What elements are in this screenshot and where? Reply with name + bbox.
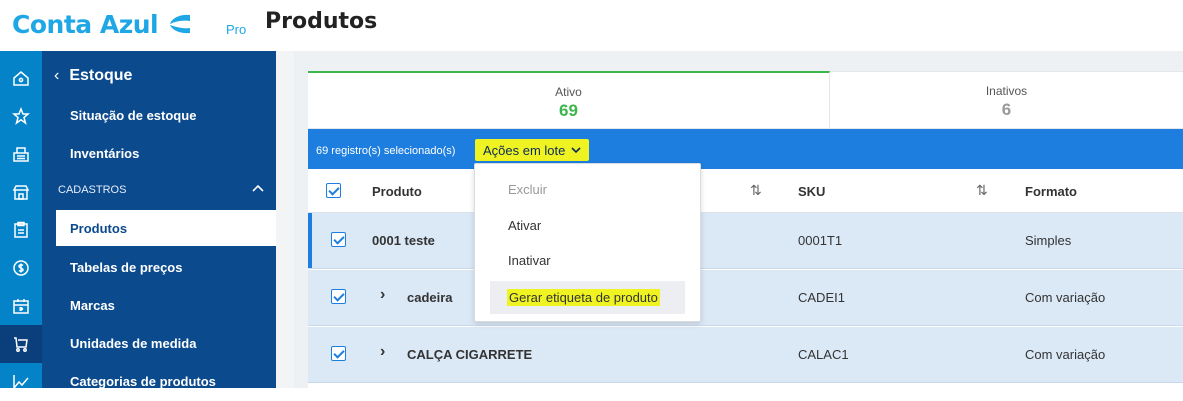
sidebar-item-marcas[interactable]: Marcas <box>70 298 115 313</box>
cart-icon[interactable] <box>0 325 42 363</box>
row-checkbox[interactable] <box>331 232 346 247</box>
register-icon[interactable] <box>0 135 42 173</box>
menu-item-inativar[interactable]: Inativar <box>508 253 551 268</box>
table-row[interactable]: 0001 teste 0001T1 Simples <box>308 213 1183 269</box>
tab-count: 6 <box>1001 100 1012 119</box>
brand-logo[interactable]: Conta Azul <box>12 7 192 41</box>
sidebar-item-inventarios[interactable]: Inventários <box>70 146 139 161</box>
calendar-icon[interactable] <box>0 287 42 325</box>
sidebar-item-tabelas-precos[interactable]: Tabelas de preços <box>70 260 182 275</box>
sidebar-item-label: Produtos <box>70 221 128 236</box>
page-title: Produtos <box>265 9 378 34</box>
sidebar-section-cadastros[interactable]: CADASTROS <box>58 184 264 196</box>
clipboard-icon[interactable] <box>0 211 42 249</box>
sort-icon[interactable]: ⇅ <box>750 182 762 199</box>
top-bar: Conta Azul Pro Produtos <box>0 0 1183 51</box>
tab-ativo[interactable]: Ativo 69 <box>308 71 830 129</box>
menu-item-gerar-etiqueta[interactable]: Gerar etiqueta de produto <box>490 281 685 314</box>
product-format: Com variação <box>1025 347 1106 362</box>
chevron-up-icon <box>252 184 264 192</box>
brand-name: Conta Azul <box>12 9 159 39</box>
menu-item-label: Gerar etiqueta de produto <box>507 289 660 306</box>
menu-item-excluir[interactable]: Excluir <box>508 182 547 197</box>
table-row[interactable]: › cadeira CADEI1 Com variação <box>308 270 1183 326</box>
brand-mark-icon <box>170 14 191 34</box>
product-sku: CALAC1 <box>798 347 849 362</box>
sidebar-header[interactable]: ‹ Estoque <box>54 67 132 85</box>
store-icon[interactable] <box>0 173 42 211</box>
menu-item-ativar[interactable]: Ativar <box>508 218 541 233</box>
chevron-right-icon[interactable]: › <box>380 343 385 361</box>
product-sku: CADEI1 <box>798 290 845 305</box>
product-name: CALÇA CIGARRETE <box>407 347 533 362</box>
chevron-down-icon <box>571 146 581 153</box>
table-row[interactable]: › CALÇA CIGARRETE CALAC1 Com variação <box>308 327 1183 383</box>
sidebar-item-unidades-medida[interactable]: Unidades de medida <box>70 336 196 351</box>
sidebar-item-categorias-produtos[interactable]: Categorias de produtos <box>70 374 216 389</box>
column-sku[interactable]: SKU <box>798 184 825 199</box>
column-formato[interactable]: Formato <box>1025 184 1077 199</box>
bulk-actions-bar: 69 registro(s) selecionado(s) Ações em l… <box>308 129 1183 169</box>
bulk-actions-button[interactable]: Ações em lote <box>475 139 590 161</box>
row-checkbox[interactable] <box>331 289 346 304</box>
product-name: cadeira <box>407 290 453 305</box>
sidebar-item-produtos[interactable]: Produtos <box>56 210 276 246</box>
tab-count: 69 <box>559 101 578 120</box>
chevron-right-icon[interactable]: › <box>380 286 385 304</box>
sidebar-item-situacao-estoque[interactable]: Situação de estoque <box>70 108 196 123</box>
product-format: Com variação <box>1025 290 1106 305</box>
brand-suffix: Pro <box>226 22 247 37</box>
icon-rail <box>0 51 42 390</box>
products-panel: Ativo 69 Inativos 6 69 registro(s) selec… <box>308 71 1183 388</box>
table-header: Produto ⇅ SKU ⇅ Formato <box>308 169 1183 213</box>
row-selected-indicator <box>308 213 312 268</box>
sidebar: ‹ Estoque Situação de estoque Inventário… <box>42 51 276 389</box>
tab-label: Ativo <box>555 85 582 99</box>
sort-icon[interactable]: ⇅ <box>976 182 988 199</box>
sidebar-title: Estoque <box>69 67 133 84</box>
select-all-checkbox[interactable] <box>326 183 341 198</box>
product-sku: 0001T1 <box>798 233 843 248</box>
main-gutter <box>276 51 294 388</box>
product-format: Simples <box>1025 233 1072 248</box>
column-produto[interactable]: Produto <box>372 184 422 199</box>
home-icon[interactable] <box>0 59 42 97</box>
bulk-actions-label: Ações em lote <box>483 142 566 158</box>
row-checkbox[interactable] <box>331 346 346 361</box>
chevron-left-icon: ‹ <box>54 67 60 84</box>
bulk-actions-menu: Excluir Ativar Inativar Gerar etiqueta d… <box>474 163 701 322</box>
product-name: 0001 teste <box>372 233 435 248</box>
tab-label: Inativos <box>985 84 1028 98</box>
selected-count: 69 registro(s) selecionado(s) <box>316 145 456 157</box>
sidebar-section-label: CADASTROS <box>58 184 127 196</box>
tab-inativos[interactable]: Inativos 6 <box>830 71 1183 129</box>
star-icon[interactable] <box>0 97 42 135</box>
chart-icon[interactable] <box>0 363 42 401</box>
dollar-icon[interactable] <box>0 249 42 287</box>
